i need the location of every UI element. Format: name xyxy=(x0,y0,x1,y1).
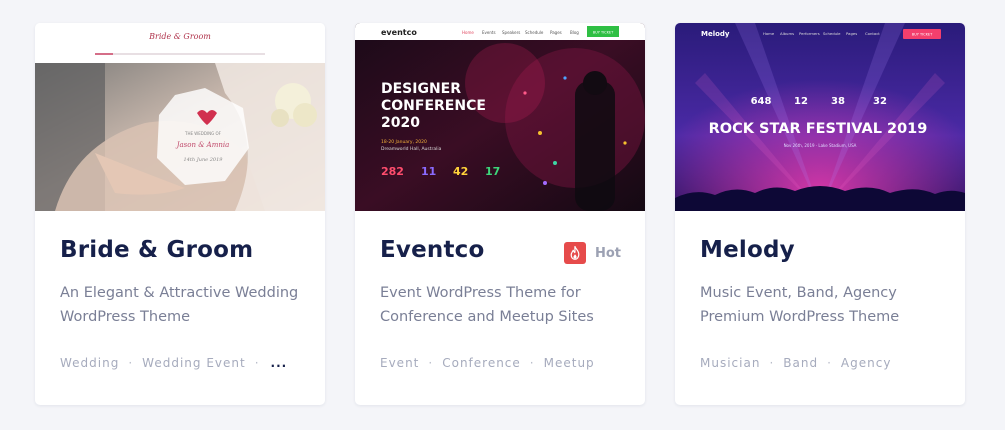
card-description: Music Event, Band, Agency Premium WordPr… xyxy=(700,285,900,325)
tag-list: Musician · Band · Agency xyxy=(700,356,891,370)
svg-text:Home: Home xyxy=(462,30,474,35)
svg-text:Performers: Performers xyxy=(799,31,820,36)
thumb-logo: Melody xyxy=(701,30,730,38)
svg-text:32: 32 xyxy=(873,96,887,107)
svg-text:Schedule: Schedule xyxy=(525,30,544,35)
theme-card-melody[interactable]: Melody Home Albums Performers Schedule P… xyxy=(675,23,965,405)
svg-text:Contact: Contact xyxy=(865,31,880,36)
card-title[interactable]: Eventco xyxy=(380,237,485,263)
card-title[interactable]: Bride & Groom xyxy=(60,237,253,263)
svg-text:17: 17 xyxy=(485,165,500,178)
headline: DESIGNER xyxy=(381,81,461,97)
tag[interactable]: Musician xyxy=(700,356,760,370)
card-title[interactable]: Melody xyxy=(700,237,795,263)
headline: ROCK STAR FESTIVAL 2019 xyxy=(709,121,928,137)
tag-separator: · xyxy=(769,356,775,370)
svg-text:Schedule: Schedule xyxy=(823,31,841,36)
svg-text:38: 38 xyxy=(831,96,845,107)
svg-text:Speakers: Speakers xyxy=(502,30,520,35)
thumbnail-bride-groom[interactable]: Bride & Groom THE WEDDING OF Jason & Amn… xyxy=(35,23,325,211)
hot-label: Hot xyxy=(595,245,622,261)
svg-text:Blog: Blog xyxy=(570,30,579,35)
tag-separator: · xyxy=(428,356,434,370)
tag-separator: · xyxy=(827,356,832,370)
badge-date: 14th June 2019 xyxy=(184,157,224,163)
theme-card-bride-groom[interactable]: Bride & Groom THE WEDDING OF Jason & Amn… xyxy=(35,23,325,405)
svg-text:Dreamworld Hall, Australia: Dreamworld Hall, Australia xyxy=(381,146,442,152)
svg-text:BUY TICKET: BUY TICKET xyxy=(593,31,614,35)
svg-text:CONFERENCE: CONFERENCE xyxy=(381,98,486,114)
more-tags-button[interactable]: ... xyxy=(271,356,288,370)
badge-names: Jason & Amnia xyxy=(175,141,230,149)
svg-text:11: 11 xyxy=(421,165,436,178)
tag[interactable]: Meetup xyxy=(544,356,595,370)
svg-text:282: 282 xyxy=(381,165,404,178)
tag[interactable]: Agency xyxy=(841,356,892,370)
tag-list: Wedding · Wedding Event · ... xyxy=(60,356,287,370)
tag-list: Event · Conference · Meetup xyxy=(380,356,595,370)
svg-text:2020: 2020 xyxy=(381,115,420,131)
svg-text:Events: Events xyxy=(482,30,496,35)
tag-separator: · xyxy=(529,356,535,370)
thumb-logo: eventco xyxy=(381,28,417,37)
tag[interactable]: Wedding xyxy=(60,356,119,370)
svg-text:Pages: Pages xyxy=(846,31,857,36)
tag-separator: · xyxy=(254,356,260,370)
tag[interactable]: Conference xyxy=(442,356,521,370)
thumbnail-eventco[interactable]: eventco Home Events Speakers Schedule Pa… xyxy=(355,23,645,211)
svg-text:648: 648 xyxy=(751,96,772,107)
tag[interactable]: Band xyxy=(783,356,818,370)
badge-line: THE WEDDING OF xyxy=(184,131,222,136)
svg-text:Pages: Pages xyxy=(550,30,562,35)
card-description: An Elegant & Attractive Wedding WordPres… xyxy=(60,285,299,325)
svg-text:Home: Home xyxy=(763,31,775,36)
svg-text:18-20 January, 2020: 18-20 January, 2020 xyxy=(381,139,427,145)
card-description: Event WordPress Theme for Conference and… xyxy=(380,285,594,325)
fire-icon xyxy=(564,242,586,264)
svg-text:42: 42 xyxy=(453,165,468,178)
svg-text:Albums: Albums xyxy=(780,31,794,36)
svg-text:12: 12 xyxy=(794,96,808,107)
svg-text:Nov 26th, 2019 · Lake Stadiu: Nov 26th, 2019 · Lake Stadium, USA xyxy=(784,143,857,148)
thumb-logo: Bride & Groom xyxy=(148,32,211,41)
hot-badge: Hot xyxy=(564,242,621,264)
tag[interactable]: Wedding Event xyxy=(142,356,246,370)
theme-card-eventco[interactable]: eventco Home Events Speakers Schedule Pa… xyxy=(355,23,645,405)
tag[interactable]: Event xyxy=(380,356,419,370)
thumbnail-melody[interactable]: Melody Home Albums Performers Schedule P… xyxy=(675,23,965,211)
tag-separator: · xyxy=(128,356,134,370)
svg-text:BUY TICKET: BUY TICKET xyxy=(912,33,933,37)
